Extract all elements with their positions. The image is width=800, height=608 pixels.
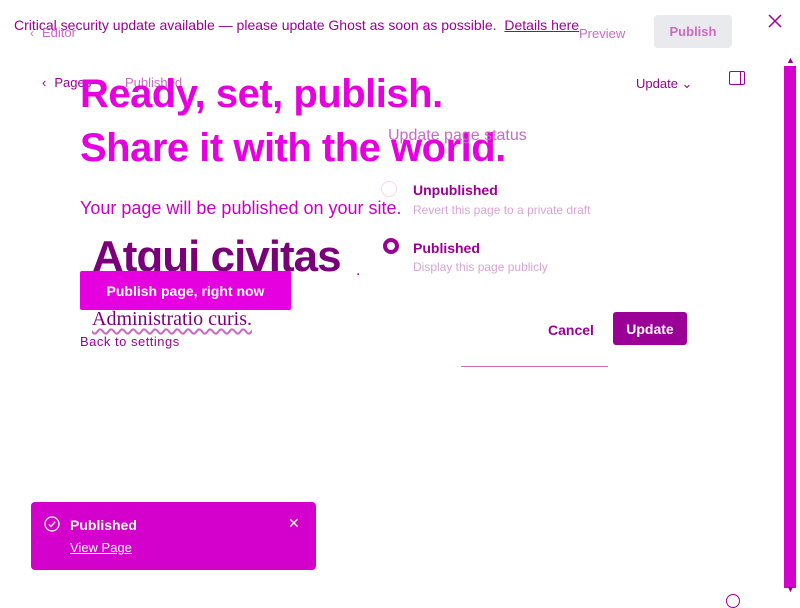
banner-text: Critical security update available — ple… xyxy=(14,17,497,33)
editor-back-label: Editor xyxy=(42,25,76,40)
chevron-left-icon: ‹ xyxy=(30,26,34,40)
publish-subline: Your page will be published on your site… xyxy=(80,198,402,218)
chevron-left-icon: ‹ xyxy=(42,75,47,90)
cancel-button[interactable]: Cancel xyxy=(548,322,594,338)
check-circle-icon xyxy=(44,516,60,532)
published-option-description: Display this page publicly xyxy=(413,260,548,274)
banner-details-link[interactable]: Details here xyxy=(504,17,579,33)
preview-button[interactable]: Preview xyxy=(579,26,625,41)
published-toast: Published View Page ✕ xyxy=(31,502,316,570)
scroll-down-icon[interactable]: ▼ xyxy=(786,584,795,594)
update-button[interactable]: Update xyxy=(613,312,687,345)
security-banner: Critical security update available — ple… xyxy=(14,17,579,33)
help-icon[interactable] xyxy=(726,594,740,608)
view-page-link[interactable]: View Page xyxy=(70,540,132,555)
unpublished-option-label[interactable]: Unpublished xyxy=(413,182,498,198)
status-menu-title: Update page status xyxy=(388,127,527,144)
scrollbar[interactable] xyxy=(784,66,796,588)
divider xyxy=(461,366,608,367)
publish-button[interactable]: Publish xyxy=(654,15,732,48)
publish-headline: Ready, set, publish. Share it with the w… xyxy=(80,67,506,175)
unpublished-option-description: Revert this page to a private draft xyxy=(413,203,591,217)
update-dropdown-label: Update xyxy=(636,76,678,91)
unpublished-radio[interactable] xyxy=(381,181,397,197)
chevron-down-icon: ⌄ xyxy=(681,76,693,91)
editor-back-button[interactable]: ‹ Editor xyxy=(30,25,76,40)
toast-title: Published xyxy=(70,517,137,533)
update-dropdown-button[interactable]: Update ⌄ xyxy=(636,76,692,92)
page-body-text[interactable]: Administratio curis. xyxy=(92,308,252,331)
close-icon[interactable] xyxy=(766,12,784,30)
back-to-settings-link[interactable]: Back to settings xyxy=(80,334,180,349)
sidebar-toggle-icon[interactable] xyxy=(729,71,745,85)
headline-line-1: Ready, set, publish. xyxy=(80,72,443,116)
published-option-label[interactable]: Published xyxy=(413,240,480,256)
published-radio[interactable] xyxy=(383,238,399,254)
scroll-up-icon[interactable]: ▲ xyxy=(786,55,795,65)
title-dot: . xyxy=(356,262,361,279)
publish-now-button[interactable]: Publish page, right now xyxy=(80,271,291,310)
close-icon[interactable]: ✕ xyxy=(288,515,300,532)
